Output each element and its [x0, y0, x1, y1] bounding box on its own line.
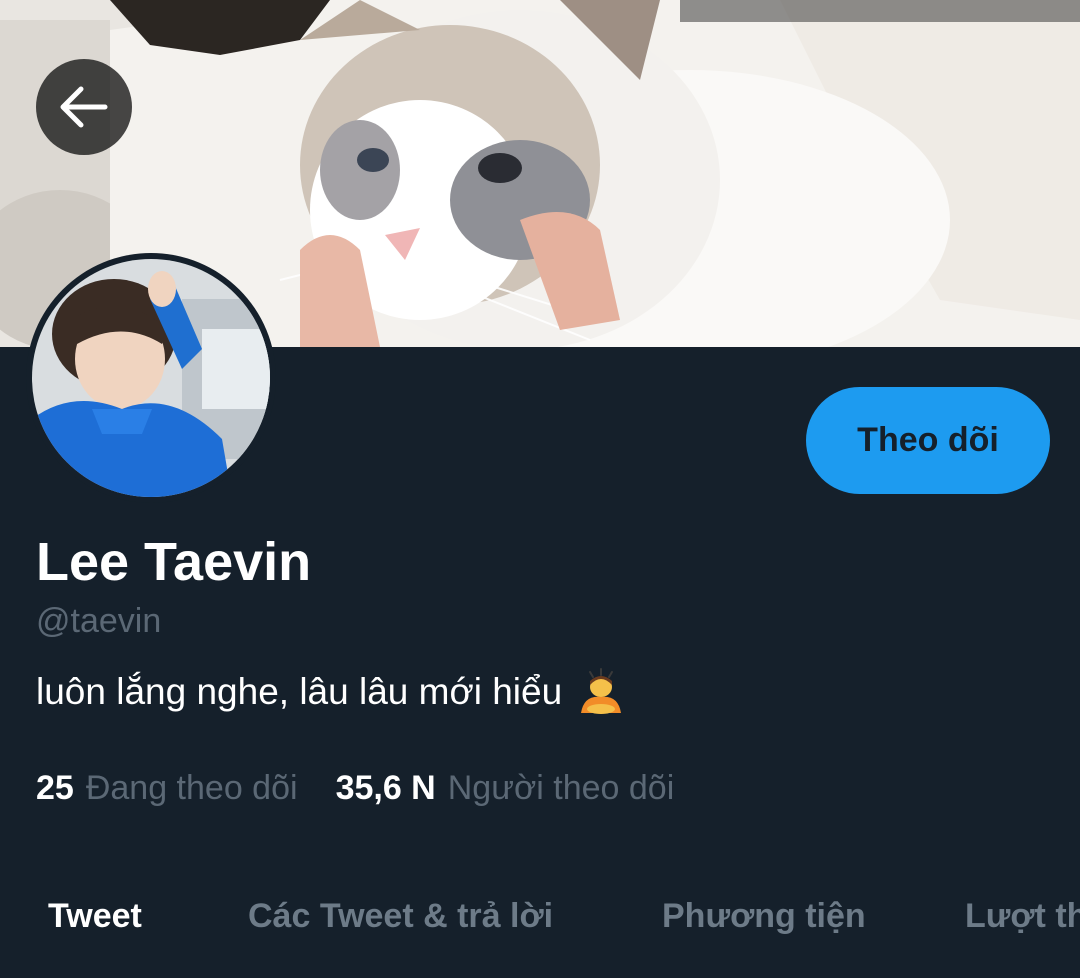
display-name: Lee Taevin [36, 532, 312, 592]
username-handle: @taevin [36, 602, 162, 640]
tab-media[interactable]: Phương tiện [662, 880, 866, 952]
avatar[interactable] [26, 253, 276, 503]
person-bowing-emoji-icon [576, 667, 626, 717]
bio-text: luôn lắng nghe, lâu lâu mới hiểu [36, 671, 563, 712]
follow-button[interactable]: Theo dõi [806, 387, 1050, 494]
following-count: 25 [36, 769, 74, 807]
back-button[interactable] [36, 59, 132, 155]
followers-stat[interactable]: 35,6 N Người theo dõi [336, 766, 675, 810]
following-label: Đang theo dõi [85, 769, 298, 807]
profile-stats: 25 Đang theo dõi 35,6 N Người theo dõi [36, 766, 674, 810]
following-stat[interactable]: 25 Đang theo dõi [36, 766, 298, 810]
followers-label: Người theo dõi [447, 769, 675, 807]
tab-tweet[interactable]: Tweet [48, 880, 142, 952]
followers-count: 35,6 N [335, 769, 436, 807]
profile-bio: luôn lắng nghe, lâu lâu mới hiểu [36, 667, 626, 717]
arrow-left-icon [60, 86, 108, 128]
tab-tweets-and-replies[interactable]: Các Tweet & trả lời [248, 880, 553, 952]
avatar-image [32, 259, 270, 497]
profile-tabs: Tweet Các Tweet & trả lời Phương tiện Lư… [0, 880, 1080, 952]
tab-likes[interactable]: Lượt thích [965, 880, 1080, 952]
